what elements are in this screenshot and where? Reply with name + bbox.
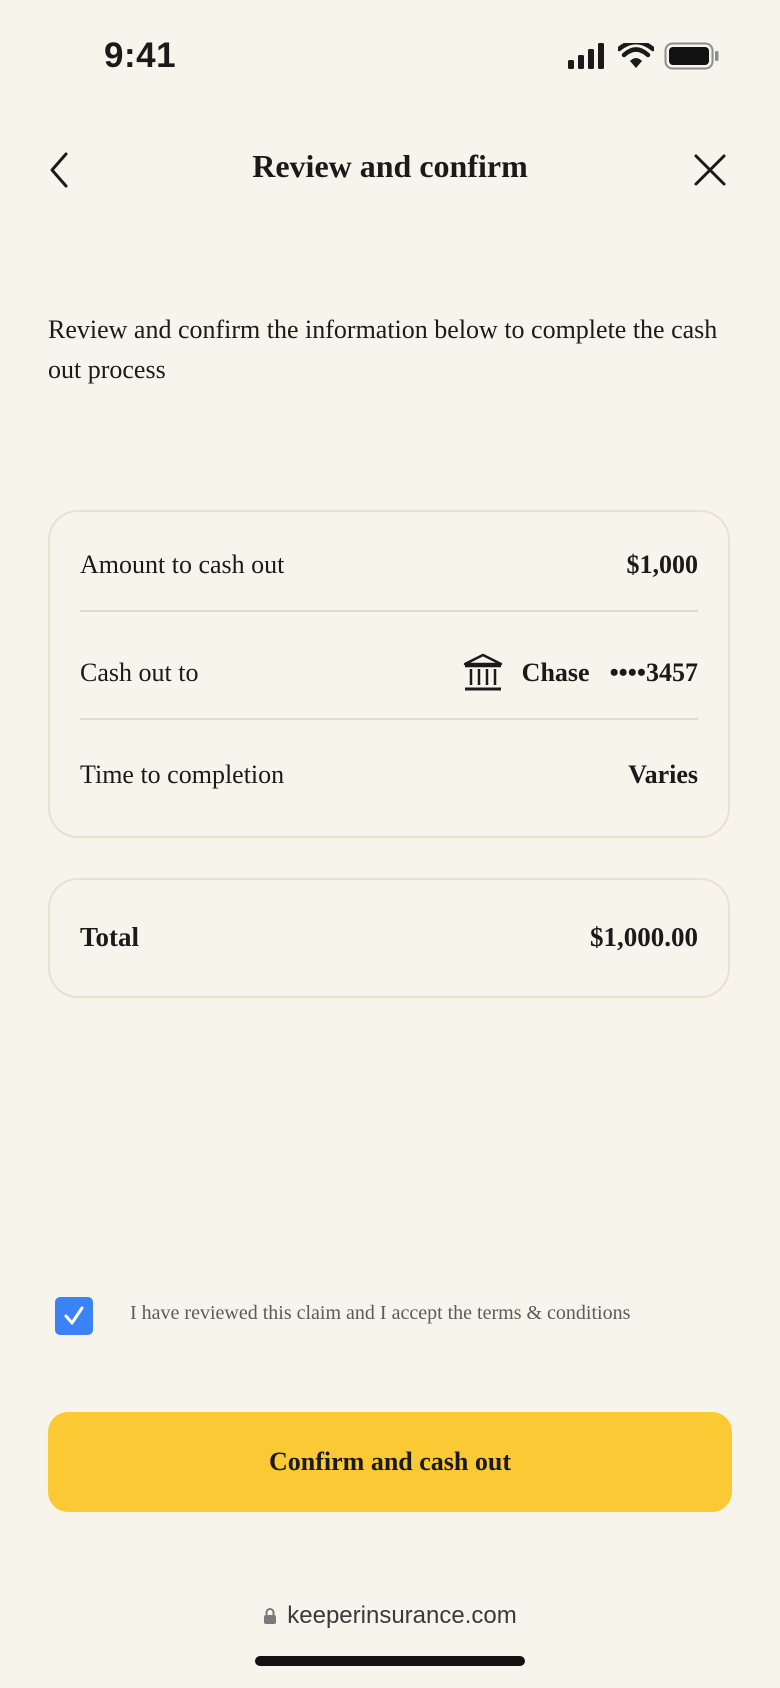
amount-row: Amount to cash out $1,000 <box>80 550 698 580</box>
checkmark-icon <box>64 1306 84 1325</box>
status-time: 9:41 <box>104 36 177 75</box>
bank-icon <box>463 653 502 691</box>
divider <box>80 718 698 720</box>
wifi-icon <box>618 43 654 68</box>
terms-label[interactable]: I have reviewed this claim and I accept … <box>130 1302 630 1325</box>
intro-text: Review and confirm the information below… <box>48 315 718 384</box>
time-label: Time to completion <box>80 760 285 789</box>
close-icon <box>694 154 726 186</box>
total-label: Total <box>80 922 140 952</box>
bank-account-number: ••••3457 <box>609 658 698 687</box>
total-card: Total $1,000.00 <box>48 878 730 998</box>
total-row: Total $1,000.00 <box>80 922 698 953</box>
home-indicator <box>255 1656 525 1666</box>
signal-icon <box>568 43 604 69</box>
amount-value: $1,000 <box>626 550 699 579</box>
time-value: Varies <box>628 760 698 789</box>
cash-out-to-row: Cash out to Chase ••••3457 <box>80 652 698 694</box>
bank-account: Chase ••••3457 <box>462 652 698 694</box>
url-bar[interactable]: keeperinsurance.com <box>0 1602 780 1630</box>
terms-checkbox[interactable] <box>55 1297 93 1335</box>
divider <box>80 610 698 612</box>
close-button[interactable] <box>690 150 730 190</box>
confirm-cash-out-button[interactable]: Confirm and cash out <box>48 1412 732 1512</box>
page-title: Review and confirm <box>252 148 528 184</box>
bank-name: Chase <box>521 658 590 687</box>
url-text: keeperinsurance.com <box>287 1602 517 1629</box>
lock-icon <box>264 1608 277 1624</box>
time-row: Time to completion Varies <box>80 760 698 790</box>
amount-label: Amount to cash out <box>80 550 285 579</box>
details-card: Amount to cash out $1,000 Cash out to Ch… <box>48 510 730 838</box>
status-icons <box>568 42 720 70</box>
total-value: $1,000.00 <box>590 922 698 952</box>
cash-out-to-label: Cash out to <box>80 658 199 687</box>
battery-icon <box>664 42 719 70</box>
